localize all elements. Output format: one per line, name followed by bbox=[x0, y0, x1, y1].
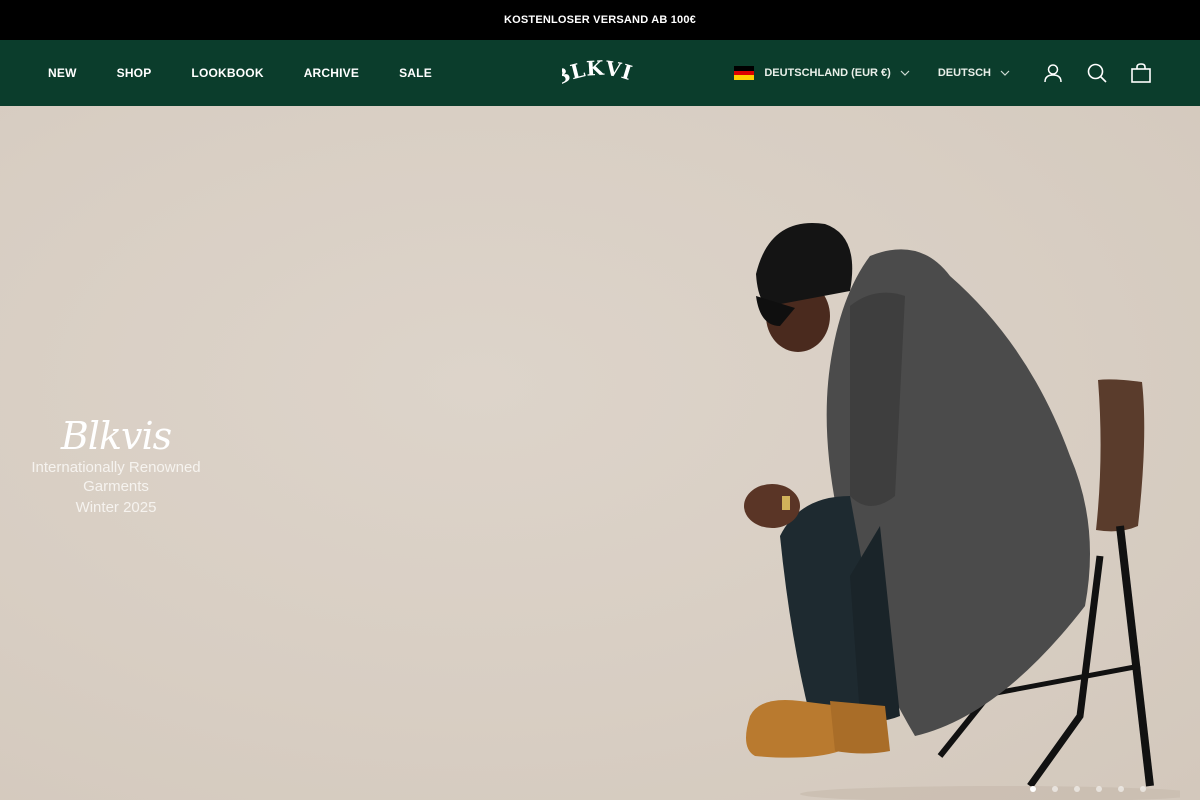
hero-slideshow[interactable]: Blkvis Internationally Renowned Garments… bbox=[0, 106, 1200, 800]
hero-tagline: Internationally Renowned Garments bbox=[31, 459, 201, 495]
slideshow-dots bbox=[1030, 786, 1162, 792]
search-icon[interactable] bbox=[1086, 62, 1108, 84]
brand-logo[interactable]: BLKVIS bbox=[562, 57, 638, 89]
nav-item-archive[interactable]: ARCHIVE bbox=[304, 66, 359, 80]
nav-item-lookbook[interactable]: LOOKBOOK bbox=[191, 66, 263, 80]
country-label: DEUTSCHLAND (EUR €) bbox=[764, 67, 891, 79]
language-selector[interactable]: DEUTSCH bbox=[938, 67, 1010, 79]
country-selector[interactable]: DEUTSCHLAND (EUR €) bbox=[734, 66, 910, 81]
brand-logo-text: BLKVIS bbox=[562, 57, 635, 89]
slide-dot-2[interactable] bbox=[1052, 786, 1058, 792]
main-nav: NEW SHOP LOOKBOOK ARCHIVE SALE bbox=[48, 40, 472, 106]
header-utilities: DEUTSCHLAND (EUR €) DEUTSCH bbox=[734, 40, 1152, 106]
account-icon[interactable] bbox=[1042, 62, 1064, 84]
slide-dot-5[interactable] bbox=[1118, 786, 1124, 792]
hero-caption: Blkvis Internationally Renowned Garments… bbox=[0, 416, 232, 517]
announcement-bar: KOSTENLOSER VERSAND AB 100€ bbox=[0, 0, 1200, 40]
slide-dot-4[interactable] bbox=[1096, 786, 1102, 792]
language-label: DEUTSCH bbox=[937, 67, 991, 79]
site-header: NEW SHOP LOOKBOOK ARCHIVE SALE BLKVIS DE… bbox=[0, 40, 1200, 106]
slide-dot-6[interactable] bbox=[1140, 786, 1146, 792]
hero-season: Winter 2025 bbox=[75, 499, 157, 516]
hero-photo-seated-man bbox=[744, 223, 1180, 800]
flag-germany-icon bbox=[734, 66, 755, 81]
chevron-down-icon bbox=[900, 70, 910, 76]
slide-dot-1[interactable] bbox=[1030, 786, 1036, 792]
slide-dot-3[interactable] bbox=[1074, 786, 1080, 792]
hero-brand: Blkvis bbox=[60, 414, 172, 458]
nav-item-shop[interactable]: SHOP bbox=[117, 66, 152, 80]
chevron-down-icon bbox=[1000, 70, 1010, 76]
announcement-text: KOSTENLOSER VERSAND AB 100€ bbox=[503, 14, 697, 26]
nav-item-sale[interactable]: SALE bbox=[399, 66, 432, 80]
cart-icon[interactable] bbox=[1130, 62, 1152, 84]
nav-item-new[interactable]: NEW bbox=[48, 66, 77, 80]
